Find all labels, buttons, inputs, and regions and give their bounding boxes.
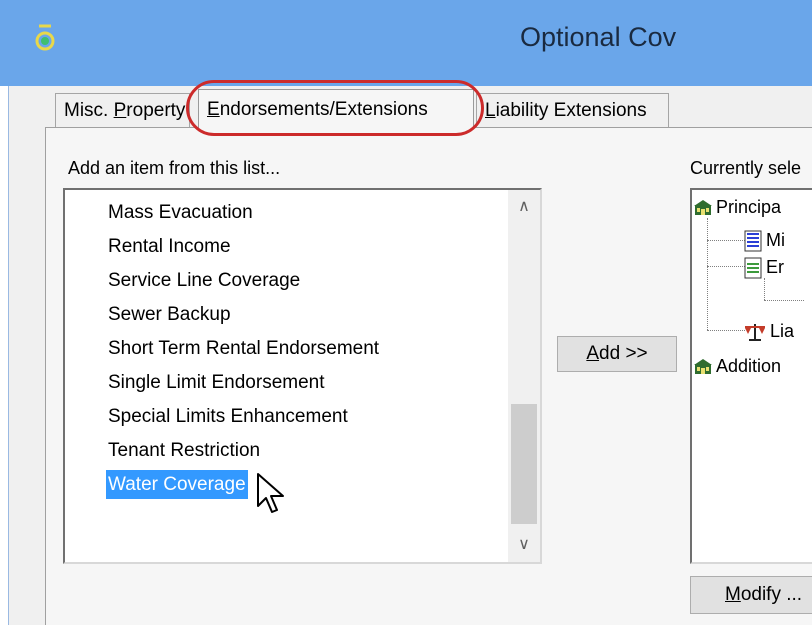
scales-icon bbox=[745, 324, 765, 342]
tree-connector bbox=[707, 266, 745, 267]
list-item[interactable]: Service Line Coverage bbox=[106, 266, 302, 295]
list-item[interactable]: Short Term Rental Endorsement bbox=[106, 334, 381, 363]
tree-connector bbox=[707, 240, 745, 241]
document-green-icon bbox=[744, 257, 762, 279]
scroll-up-arrow-icon[interactable]: ∧ bbox=[508, 190, 540, 224]
add-button[interactable]: Add >> bbox=[557, 336, 677, 372]
list-item[interactable]: Sewer Backup bbox=[106, 300, 233, 329]
list-item[interactable]: Tenant Restriction bbox=[106, 436, 262, 465]
tab-misc-property[interactable]: Misc. Property bbox=[55, 93, 190, 127]
tree-node-liability[interactable]: Lia bbox=[744, 318, 794, 344]
scroll-thumb[interactable] bbox=[511, 404, 537, 524]
tab-endorsements-extensions[interactable]: Endorsements/Extensions bbox=[198, 89, 474, 129]
list-item[interactable]: Single Limit Endorsement bbox=[106, 368, 327, 397]
available-items-list[interactable]: Mass Evacuation Rental Income Service Li… bbox=[63, 188, 542, 564]
tree-connector bbox=[764, 300, 804, 301]
tree-node-endorsements[interactable]: Er bbox=[744, 254, 784, 280]
list-item[interactable]: Special Limits Enhancement bbox=[106, 402, 350, 431]
available-items-label: Add an item from this list... bbox=[68, 158, 281, 178]
building-icon bbox=[694, 200, 712, 216]
scroll-down-arrow-icon[interactable]: ∨ bbox=[508, 528, 540, 562]
window-title: Optional Cov bbox=[520, 22, 677, 52]
list-item-selected[interactable]: Water Coverage bbox=[106, 470, 248, 499]
list-item[interactable]: Mass Evacuation bbox=[106, 198, 255, 227]
tree-connector bbox=[707, 218, 708, 330]
selected-items-tree[interactable]: Principa Mi Er Lia Addition bbox=[690, 188, 812, 564]
tree-node-additional[interactable]: Addition bbox=[694, 353, 781, 379]
current-selection-label: Currently sele bbox=[690, 158, 802, 178]
tab-liability-extensions[interactable]: Liability Extensions bbox=[476, 93, 669, 127]
tree-node-principal[interactable]: Principa bbox=[694, 194, 781, 220]
mouse-pointer-icon bbox=[257, 473, 284, 513]
title-bar[interactable]: Optional Cov bbox=[0, 0, 812, 86]
tree-connector bbox=[764, 278, 765, 300]
list-item[interactable]: Rental Income bbox=[106, 232, 233, 261]
tree-node-misc[interactable]: Mi bbox=[744, 227, 785, 253]
list-scrollbar[interactable]: ∧ ∨ bbox=[508, 190, 540, 562]
app-icon bbox=[35, 24, 55, 51]
dialog-window: Optional Cov Misc. Property Endorsements… bbox=[0, 0, 812, 625]
modify-button[interactable]: Modify ... bbox=[690, 576, 812, 614]
document-blue-icon bbox=[744, 230, 762, 252]
building-icon bbox=[694, 359, 712, 375]
tree-connector bbox=[707, 330, 745, 331]
